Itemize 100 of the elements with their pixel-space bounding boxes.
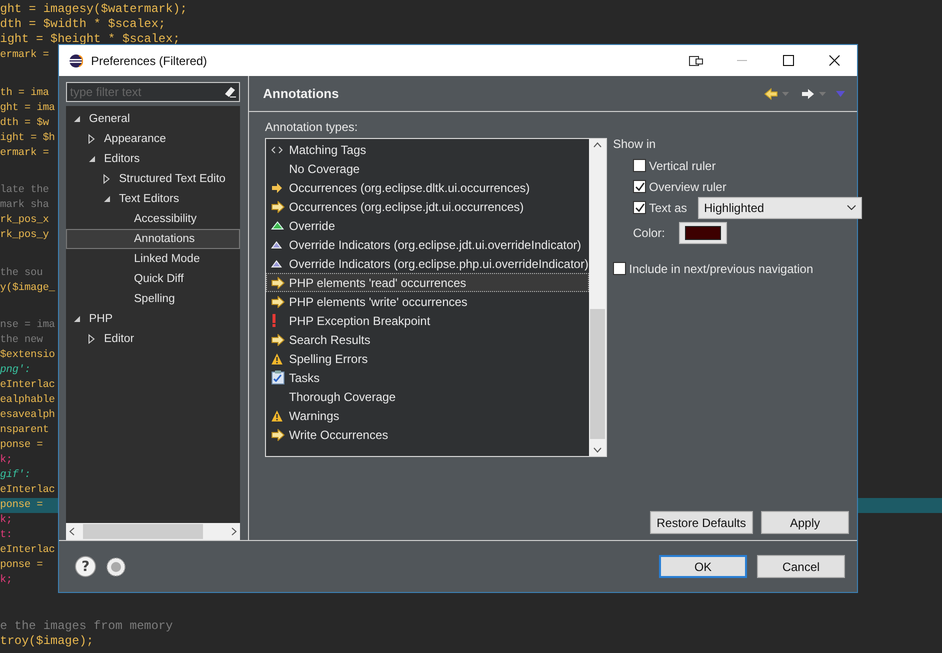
list-item[interactable]: Tasks bbox=[266, 368, 589, 387]
code-line: png': bbox=[0, 363, 32, 378]
list-item[interactable]: Write Occurrences bbox=[266, 425, 589, 444]
tree-item[interactable]: Accessibility bbox=[66, 209, 240, 229]
forward-arrow-icon[interactable] bbox=[801, 88, 815, 100]
tree-item[interactable]: Quick Diff bbox=[66, 269, 240, 289]
record-icon[interactable] bbox=[106, 556, 126, 576]
list-item[interactable]: Thorough Coverage bbox=[266, 387, 589, 406]
list-item-label: PHP elements 'write' occurrences bbox=[289, 294, 468, 308]
vertical-scrollbar[interactable] bbox=[589, 139, 606, 456]
list-item[interactable]: Search Results bbox=[266, 330, 589, 349]
scroll-up-icon[interactable] bbox=[593, 142, 602, 148]
list-item[interactable]: Override Indicators (org.eclipse.jdt.ui.overrideIndicator) bbox=[266, 235, 589, 254]
code-line: eInterlac bbox=[0, 483, 56, 498]
code-line: ponse = bbox=[0, 438, 44, 453]
tree-item-label: Accessibility bbox=[134, 213, 197, 225]
code-line: dth = $width * $scalex; bbox=[0, 17, 167, 32]
restore-defaults-button[interactable]: Restore Defaults bbox=[650, 511, 753, 534]
tree-item[interactable]: Editor bbox=[66, 329, 240, 349]
code-line: $extensio bbox=[0, 348, 56, 363]
list-item[interactable]: No Coverage bbox=[266, 159, 589, 178]
scroll-right-icon[interactable] bbox=[231, 527, 237, 536]
color-button[interactable] bbox=[679, 222, 728, 244]
maximize-icon bbox=[782, 55, 794, 66]
list-item-label: Matching Tags bbox=[289, 142, 366, 156]
list-item[interactable]: Matching Tags bbox=[266, 140, 589, 159]
collapsed-icon[interactable] bbox=[88, 334, 95, 344]
scroll-down-icon[interactable] bbox=[593, 447, 602, 453]
tree-item[interactable]: Annotations bbox=[66, 229, 240, 249]
list-item-label: Tasks bbox=[289, 370, 320, 384]
list-item-label: Thorough Coverage bbox=[289, 390, 396, 404]
list-item[interactable]: PHP elements 'read' occurrences bbox=[266, 273, 589, 292]
code-line: esavealph bbox=[0, 408, 56, 423]
close-icon bbox=[828, 55, 840, 66]
code-line: mark sha bbox=[0, 198, 50, 213]
scroll-left-icon[interactable] bbox=[69, 527, 75, 536]
arrow-icon bbox=[271, 334, 285, 346]
code-line: late the bbox=[0, 183, 50, 198]
expanded-icon[interactable] bbox=[73, 115, 81, 123]
tree-item[interactable]: Editors bbox=[66, 149, 240, 169]
checkbox-label: Text as bbox=[649, 200, 688, 214]
checkbox-label: Include in next/previous navigation bbox=[629, 262, 814, 276]
exclamation-icon bbox=[271, 314, 277, 327]
tree-item[interactable]: Structured Text Edito bbox=[66, 169, 240, 189]
code-line: k; bbox=[0, 453, 14, 468]
horizontal-scrollbar[interactable] bbox=[66, 523, 240, 540]
tree-item-label: PHP bbox=[89, 313, 113, 325]
collapsed-icon[interactable] bbox=[103, 174, 110, 184]
list-item[interactable]: PHP Exception Breakpoint bbox=[266, 311, 589, 330]
arrow-icon bbox=[271, 428, 285, 440]
back-arrow-icon[interactable] bbox=[764, 88, 778, 100]
window-icon bbox=[689, 56, 703, 66]
code-line: k; bbox=[0, 573, 14, 588]
code-line: ight = $h bbox=[0, 130, 56, 146]
list-item[interactable]: Warnings bbox=[266, 406, 589, 425]
eraser-icon[interactable] bbox=[224, 86, 236, 98]
checkbox[interactable] bbox=[613, 262, 626, 275]
checkbox[interactable] bbox=[633, 180, 646, 193]
expanded-icon[interactable] bbox=[103, 195, 111, 203]
checkbox[interactable] bbox=[633, 201, 646, 214]
list-item-label: No Coverage bbox=[289, 162, 360, 176]
list-item[interactable]: Override bbox=[266, 216, 589, 235]
collapsed-icon[interactable] bbox=[88, 134, 95, 144]
ok-button[interactable]: OK bbox=[659, 555, 747, 578]
window-title: Preferences (Filtered) bbox=[91, 54, 208, 68]
list-item-label: Occurrences (org.eclipse.dltk.ui.occurrences) bbox=[289, 180, 530, 194]
list-item[interactable]: Spelling Errors bbox=[266, 349, 589, 368]
help-icon[interactable]: ? bbox=[75, 556, 96, 577]
tree-item[interactable]: Spelling bbox=[66, 289, 240, 309]
list-item-label: Search Results bbox=[289, 332, 370, 346]
list-item-label: Override Indicators (org.eclipse.jdt.ui.overrideIndicator) bbox=[289, 238, 582, 252]
tree-item[interactable]: Appearance bbox=[66, 129, 240, 149]
code-line: ermark = bbox=[0, 48, 50, 63]
expanded-icon[interactable] bbox=[73, 315, 81, 323]
expanded-icon[interactable] bbox=[88, 155, 96, 163]
list-item[interactable]: Override Indicators (org.eclipse.php.ui.overrideIndicator) bbox=[266, 254, 589, 273]
group-label: Show in bbox=[613, 137, 657, 151]
list-item[interactable]: Occurrences (org.eclipse.jdt.ui.occurrences) bbox=[266, 197, 589, 216]
tree-item[interactable]: Linked Mode bbox=[66, 249, 240, 269]
arrow-icon bbox=[271, 182, 283, 192]
tree-item[interactable]: PHP bbox=[66, 309, 240, 329]
warning-icon bbox=[271, 410, 283, 422]
code-line: gif': bbox=[0, 468, 32, 483]
apply-button[interactable]: Apply bbox=[761, 511, 849, 534]
checkbox-label: Vertical ruler bbox=[649, 158, 716, 172]
tree-item-label: Editors bbox=[104, 153, 140, 165]
arrow-icon bbox=[271, 200, 285, 212]
code-line: eInterlac bbox=[0, 543, 56, 558]
list-item-label: Override bbox=[289, 218, 336, 232]
style-dropdown[interactable]: Highlighted bbox=[698, 196, 862, 218]
tree-item-label: General bbox=[89, 113, 130, 125]
tree-item[interactable]: General bbox=[66, 109, 240, 129]
code-line: the sou bbox=[0, 266, 44, 280]
tree-item[interactable]: Text Editors bbox=[66, 189, 240, 209]
checkbox[interactable] bbox=[633, 159, 646, 172]
list-item[interactable]: PHP elements 'write' occurrences bbox=[266, 292, 589, 311]
code-line: e the images from memory bbox=[0, 619, 174, 634]
list-item[interactable]: Occurrences (org.eclipse.dltk.ui.occurrences) bbox=[266, 178, 589, 197]
cancel-button[interactable]: Cancel bbox=[757, 555, 845, 578]
tree-item-label: Annotations bbox=[134, 233, 195, 245]
